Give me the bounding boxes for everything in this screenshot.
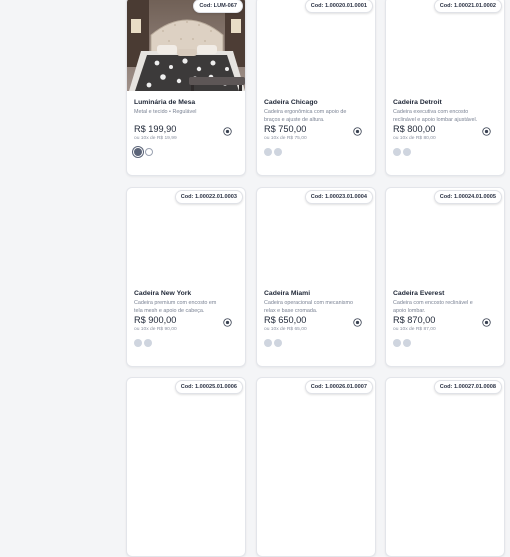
product-code-badge: Cod: 1.00023.01.0004 <box>304 190 373 204</box>
product-installments: ou 10x de R$ 65,00 <box>264 327 307 332</box>
product-name[interactable]: Cadeira New York <box>134 290 191 297</box>
product-card[interactable]: Cod: 1.00020.01.0001 Cadeira Chicago Cad… <box>256 0 376 176</box>
product-description: Cadeira ergonômica com apoio de braços e… <box>264 109 347 123</box>
color-swatches <box>134 339 154 348</box>
color-swatches <box>264 148 284 157</box>
color-swatch[interactable] <box>144 339 152 347</box>
product-name[interactable]: Luminária de Mesa <box>134 99 195 106</box>
color-swatch[interactable] <box>264 339 272 347</box>
product-image[interactable]: Cod: 1.00026.01.0007 <box>257 378 375 472</box>
color-swatches <box>393 148 413 157</box>
product-code-badge: Cod: 1.00020.01.0001 <box>304 0 373 13</box>
product-price: R$ 900,00 <box>134 315 177 325</box>
color-swatch[interactable] <box>393 339 401 347</box>
product-installments: ou 10x de R$ 87,00 <box>393 327 436 332</box>
product-code-badge: Cod: 1.00024.01.0005 <box>433 190 502 204</box>
add-to-cart-icon[interactable] <box>223 318 232 327</box>
product-image[interactable]: Cod: 1.00023.01.0004 <box>257 188 375 282</box>
color-swatch[interactable] <box>264 148 272 156</box>
product-card[interactable]: Cod: 1.00026.01.0007 <box>256 377 376 557</box>
product-installments: ou 10x de R$ 19,99 <box>134 136 177 141</box>
product-card[interactable]: Cod: 1.00027.01.0008 <box>385 377 505 557</box>
product-grid: Cod: LUM-067 Luminária de Mesa Metal e t… <box>0 0 510 557</box>
product-description: Cadeira premium com encosto em tela mesh… <box>134 300 217 314</box>
product-code-badge: Cod: 1.00021.01.0002 <box>433 0 502 13</box>
color-swatch-dark[interactable] <box>134 148 142 156</box>
product-description: Cadeira executiva com encosto reclinável… <box>393 109 478 123</box>
color-swatch[interactable] <box>134 339 142 347</box>
product-card[interactable]: Cod: 1.00024.01.0005 Cadeira Everest Cad… <box>385 187 505 367</box>
product-price: R$ 870,00 <box>393 315 436 325</box>
product-card[interactable]: Cod: 1.00021.01.0002 Cadeira Detroit Cad… <box>385 0 505 176</box>
product-code-badge: Cod: 1.00022.01.0003 <box>174 190 243 204</box>
add-to-cart-icon[interactable] <box>353 318 362 327</box>
color-swatches <box>264 339 284 348</box>
product-name[interactable]: Cadeira Everest <box>393 290 444 297</box>
color-swatches <box>134 148 155 157</box>
product-price: R$ 650,00 <box>264 315 307 325</box>
color-swatch[interactable] <box>393 148 401 156</box>
color-swatches <box>393 339 413 348</box>
product-card[interactable]: Cod: 1.00022.01.0003 Cadeira New York Ca… <box>126 187 246 367</box>
product-name[interactable]: Cadeira Chicago <box>264 99 318 106</box>
product-price: R$ 800,00 <box>393 124 436 134</box>
product-image[interactable]: Cod: 1.00024.01.0005 <box>386 188 504 282</box>
product-installments: ou 10x de R$ 75,00 <box>264 136 307 141</box>
color-swatch[interactable] <box>274 339 282 347</box>
add-to-cart-icon[interactable] <box>353 127 362 136</box>
add-to-cart-icon[interactable] <box>482 127 491 136</box>
product-installments: ou 10x de R$ 80,00 <box>393 136 436 141</box>
product-image[interactable]: Cod: LUM-067 <box>127 0 245 91</box>
add-to-cart-icon[interactable] <box>223 127 232 136</box>
product-code-badge: Cod: 1.00027.01.0008 <box>433 380 502 394</box>
color-swatch-white[interactable] <box>145 148 153 156</box>
product-code-badge: Cod: 1.00026.01.0007 <box>304 380 373 394</box>
product-image[interactable]: Cod: 1.00020.01.0001 <box>257 0 375 91</box>
product-image[interactable]: Cod: 1.00021.01.0002 <box>386 0 504 91</box>
product-name[interactable]: Cadeira Miami <box>264 290 310 297</box>
product-image[interactable]: Cod: 1.00027.01.0008 <box>386 378 504 472</box>
product-description: Metal e tecido • Regulável <box>134 109 197 115</box>
color-swatch[interactable] <box>403 339 411 347</box>
product-card[interactable]: Cod: LUM-067 Luminária de Mesa Metal e t… <box>126 0 246 176</box>
product-price: R$ 750,00 <box>264 124 307 134</box>
product-description: Cadeira com encosto reclinável e apoio l… <box>393 300 473 314</box>
product-card[interactable]: Cod: 1.00023.01.0004 Cadeira Miami Cadei… <box>256 187 376 367</box>
product-image[interactable]: Cod: 1.00025.01.0006 <box>127 378 245 472</box>
product-code-badge: Cod: 1.00025.01.0006 <box>174 380 243 394</box>
product-code-badge: Cod: LUM-067 <box>193 0 243 13</box>
color-swatch[interactable] <box>403 148 411 156</box>
color-swatch[interactable] <box>274 148 282 156</box>
add-to-cart-icon[interactable] <box>482 318 491 327</box>
bedroom-photo <box>127 0 245 91</box>
product-image[interactable]: Cod: 1.00022.01.0003 <box>127 188 245 282</box>
product-price: R$ 199,90 <box>134 124 177 134</box>
product-card[interactable]: Cod: 1.00025.01.0006 <box>126 377 246 557</box>
product-installments: ou 10x de R$ 90,00 <box>134 327 177 332</box>
product-name[interactable]: Cadeira Detroit <box>393 99 442 106</box>
product-description: Cadeira operacional com mecanismo relax … <box>264 300 353 314</box>
